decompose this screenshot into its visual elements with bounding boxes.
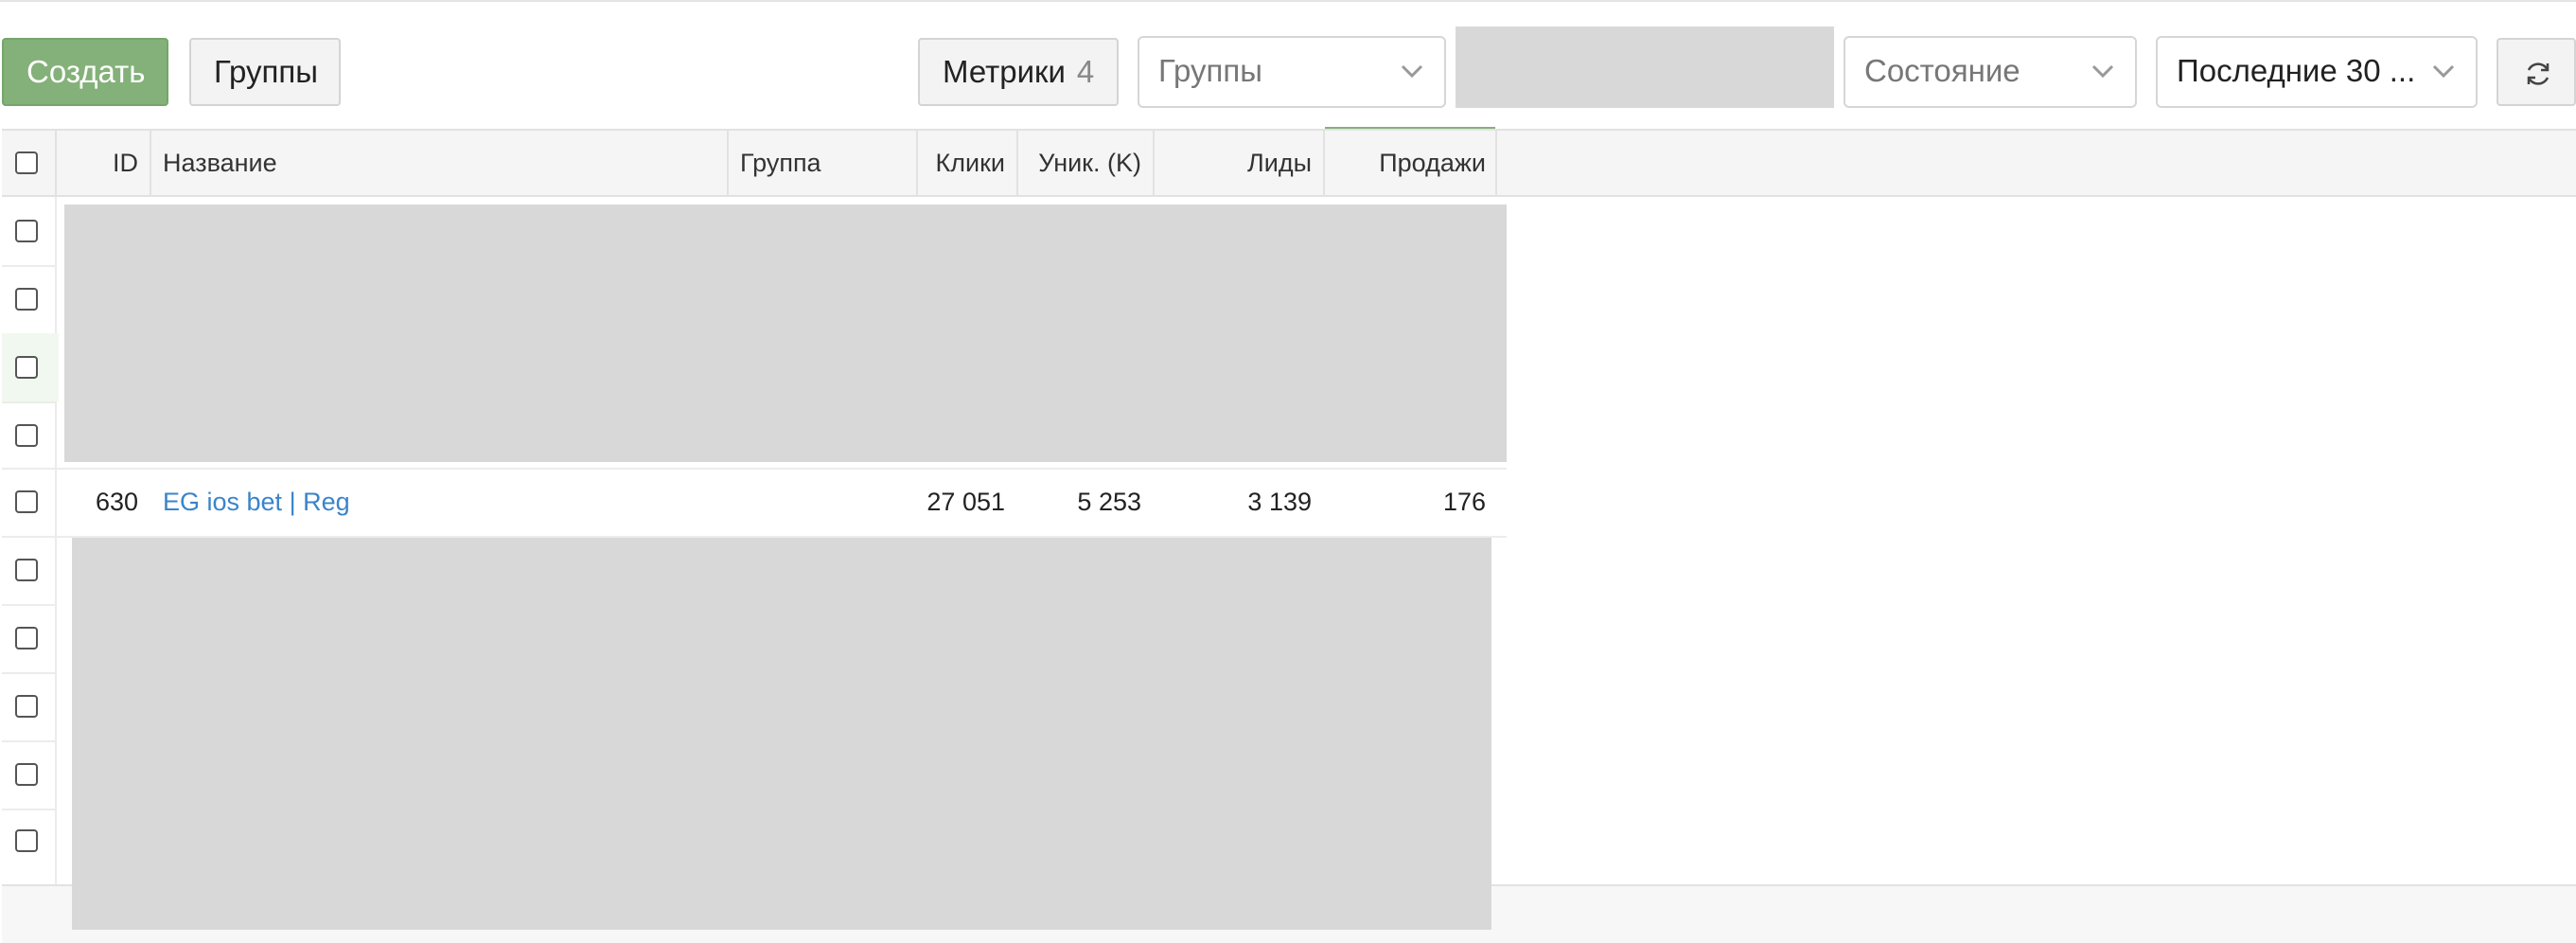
select-all-checkbox[interactable] [15,151,38,174]
chevron-down-icon [1399,38,1425,106]
row-group [740,468,910,536]
state-select-placeholder: Состояние [1864,53,2020,88]
groups-select-placeholder: Группы [1158,53,1262,88]
row-checkbox[interactable] [15,695,38,718]
groups-select[interactable]: Группы [1138,36,1446,108]
top-border [0,0,2576,2]
column-header-group[interactable]: Группа [740,131,910,195]
column-divider [727,131,729,195]
column-header-name[interactable]: Название [163,131,712,195]
row-checkbox[interactable] [15,490,38,513]
redacted-rows-bottom [72,538,1491,930]
row-sales: 176 [1442,488,1486,516]
metrics-button[interactable]: Метрики 4 [918,38,1119,106]
row-checkbox[interactable] [15,356,38,379]
row-checkbox[interactable] [15,627,38,649]
column-header-sales[interactable]: Продажи [1331,131,1486,195]
refresh-icon [2523,59,2553,94]
table-header: ID Название Группа Клики Уник. (K) Лиды … [2,129,2576,197]
column-divider [150,131,151,195]
row-checkbox[interactable] [15,288,38,311]
column-header-id[interactable]: ID [59,131,138,195]
column-header-clicks[interactable]: Клики [922,131,1005,195]
column-divider [1323,131,1325,195]
row-id: 630 [95,488,138,516]
period-select-value: Последние 30 ... [2177,53,2416,88]
row-uniq: 5 253 [1077,488,1141,516]
column-divider [1153,131,1155,195]
row-checkbox[interactable] [15,424,38,447]
metrics-count-badge: 4 [1076,54,1095,89]
redacted-rows-top [64,205,1507,462]
groups-button[interactable]: Группы [189,38,341,106]
column-divider [1495,131,1497,195]
state-select[interactable]: Состояние [1844,36,2137,108]
column-header-leads[interactable]: Лиды [1160,131,1312,195]
row-name-link[interactable]: EG ios bet | Reg [163,468,712,536]
refresh-button[interactable] [2497,38,2576,106]
row-checkbox[interactable] [15,559,38,581]
chevron-down-icon [2090,38,2116,106]
row-checkbox[interactable] [15,220,38,242]
metrics-label: Метрики [943,54,1066,89]
table-row[interactable] [2,333,59,401]
row-leads: 3 139 [1247,488,1312,516]
column-divider [1016,131,1018,195]
column-header-uniq[interactable]: Уник. (K) [1024,131,1141,195]
app-page: Создать Группы Метрики 4 Группы Состояние… [0,0,2576,943]
column-divider [55,131,57,195]
row-checkbox[interactable] [15,829,38,852]
row-checkbox[interactable] [15,763,38,786]
period-select[interactable]: Последние 30 ... [2156,36,2478,108]
row-clicks: 27 051 [926,488,1005,516]
redacted-filter [1456,27,1834,108]
chevron-down-icon [2430,38,2457,106]
table-row[interactable]: 630 EG ios bet | Reg 27 051 5 253 3 139 … [2,468,2576,536]
column-divider [916,131,918,195]
create-button[interactable]: Создать [2,38,168,106]
